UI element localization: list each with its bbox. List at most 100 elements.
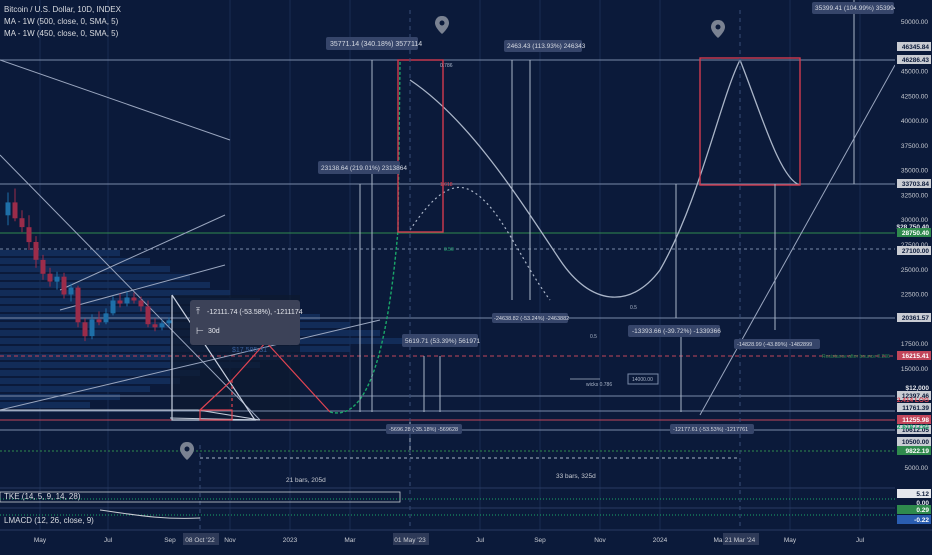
range-label: 33 bars, 325d — [556, 473, 596, 480]
time-tick-label: Sep — [164, 537, 176, 544]
price-tick-label: 37500.00 — [901, 143, 928, 150]
price-tick-label: 22500.00 — [901, 292, 928, 299]
price-tag: $12,000 — [906, 385, 930, 392]
price-tag: 46345.84 — [902, 44, 929, 51]
chart-screen[interactable]: 35771.14 (340.18%) 3577114 2463.43 (113.… — [0, 0, 932, 550]
tooltip-duration: 30d — [208, 328, 220, 335]
fib-label: 0.50 — [444, 247, 454, 253]
candle-body — [68, 287, 74, 295]
indicator-lmacd-label[interactable]: LMACD (12, 26, close, 9) — [4, 516, 94, 525]
candle-body — [19, 218, 25, 228]
time-tick-label: Jul — [476, 537, 485, 544]
price-tag: 27100.00 — [902, 248, 929, 255]
candle-body — [47, 273, 53, 282]
candle-body — [166, 320, 172, 324]
time-tick-label: Nov — [594, 537, 606, 544]
measure-label: -24638.82 (-53.24%) -2463882 — [494, 316, 569, 322]
tooltip-range-icon: ⊢ — [196, 326, 204, 336]
candle-body — [12, 202, 18, 219]
candle-body — [131, 297, 137, 301]
price-tag: 33703.84 — [902, 181, 929, 188]
fib-label: 0.5 — [590, 334, 597, 340]
time-tick-label: 21 Mar '24 — [725, 537, 756, 544]
candle-body — [159, 323, 165, 328]
indicator-tke-label[interactable]: TKE (14, 5, 9, 14, 28) — [4, 492, 80, 501]
resistance-label: Resistance after bounce 0.236 — [822, 354, 890, 360]
chart-legend[interactable]: Bitcoin / U.S. Dollar, 10D, INDEX MA - 1… — [4, 4, 121, 40]
candle-body — [33, 242, 39, 260]
price-tick-label: 35000.00 — [901, 168, 928, 175]
candle-body — [75, 287, 81, 323]
legend-symbol[interactable]: Bitcoin / U.S. Dollar, 10D, INDEX — [4, 4, 121, 16]
time-tick-label: 2024 — [653, 537, 668, 544]
price-tick-label: 5000.00 — [905, 465, 929, 472]
price-tag: 2.414 LOG — [897, 397, 929, 404]
price-tag: 46286.43 — [902, 57, 929, 64]
measure-label: -5696.28 (-35.18%) -569628 — [389, 427, 458, 433]
tooltip-price-change: -12111.74 (-53.58%), -1211174 — [207, 309, 303, 316]
time-tick-label: Sep — [534, 537, 546, 544]
candle-body — [54, 276, 60, 282]
measure-label: -12177.61 (-53.53%) -1217761 — [673, 427, 748, 433]
measure-label: 2463.43 (113.93%) 246343 — [507, 43, 586, 50]
price-tick-label: 50000.00 — [901, 19, 928, 26]
price-tag: 11255.98 — [902, 417, 929, 424]
candle-body — [61, 276, 67, 295]
price-tag: 10500.00 — [902, 439, 929, 446]
measure-label: 5619.71 (53.39%) 561971 — [405, 338, 481, 345]
price-tick-label: 42500.00 — [901, 93, 928, 100]
time-tick-label: May — [784, 537, 797, 544]
candle-body — [82, 322, 88, 337]
measure-label: -13393.66 (-39.72%) -1339366 — [632, 328, 721, 335]
time-tick-label: Mar — [344, 537, 356, 544]
price-tag: 16215.41 — [902, 353, 929, 360]
candle-body — [26, 227, 32, 243]
time-tick-label: 08 Oct '22 — [185, 537, 215, 544]
time-tick-label: 01 May '23 — [394, 537, 426, 544]
price-tag: -0.22 — [914, 517, 929, 524]
candle-body — [117, 300, 123, 304]
measure-label: -14828.99 (-43.89%) -1482899 — [737, 342, 812, 348]
price-tag: 2.618 LOG — [897, 424, 929, 431]
price-chart[interactable]: 35771.14 (340.18%) 3577114 2463.43 (113.… — [0, 0, 932, 550]
price-tick-label: 40000.00 — [901, 118, 928, 125]
range-label: 21 bars, 205d — [286, 477, 326, 484]
price-tag: 9822.19 — [906, 448, 930, 455]
candle-body — [124, 297, 130, 304]
candle-body — [145, 306, 151, 325]
candle-body — [89, 319, 95, 337]
price-tag: 0.29 — [916, 507, 929, 514]
candle-body — [40, 259, 46, 274]
legend-ma-500[interactable]: MA - 1W (500, close, 0, SMA, 5) — [4, 16, 121, 28]
measure-label: 35399.41 (104.99%) 3539941 — [815, 5, 901, 12]
time-tick-label: Jul — [104, 537, 113, 544]
measure-label: 35771.14 (340.18%) 3577114 — [330, 41, 422, 48]
price-label: $17,585.31 — [232, 347, 267, 354]
legend-ma-450[interactable]: MA - 1W (450, close, 0, SMA, 5) — [4, 28, 121, 40]
measure-tooltip: ⤒ -12111.74 (-53.58%), -1211174 ⊢ 30d — [190, 300, 303, 345]
fib-label: 0.786 — [440, 63, 453, 69]
price-tick-label: 25000.00 — [901, 267, 928, 274]
time-tick-label: Nov — [224, 537, 236, 544]
price-tick-label: 17500.00 — [901, 341, 928, 348]
candle-body — [110, 300, 116, 314]
fib-label: wicks 0.786 — [586, 382, 612, 388]
fib-label: 0.5 — [630, 305, 637, 311]
price-tag: 20361.57 — [902, 315, 929, 322]
time-tick-label: Ma — [713, 537, 722, 544]
price-tick-label: 32500.00 — [901, 192, 928, 199]
candle-body — [5, 202, 11, 216]
price-tag: 5.12 — [916, 491, 929, 498]
fib-label: 1.618 — [440, 182, 453, 188]
price-tag: 11761.39 — [902, 405, 929, 412]
candle-body — [103, 313, 109, 323]
price-tick-label: 45000.00 — [901, 69, 928, 76]
price-tag: 28750.40 — [902, 230, 929, 237]
value-label: 14000.00 — [632, 377, 653, 383]
time-tick-label: May — [34, 537, 47, 544]
time-tick-label: 2023 — [283, 537, 298, 544]
candle-body — [152, 324, 158, 328]
candle-body — [96, 319, 102, 323]
candle-body — [138, 300, 144, 307]
price-tick-label: 15000.00 — [901, 366, 928, 373]
